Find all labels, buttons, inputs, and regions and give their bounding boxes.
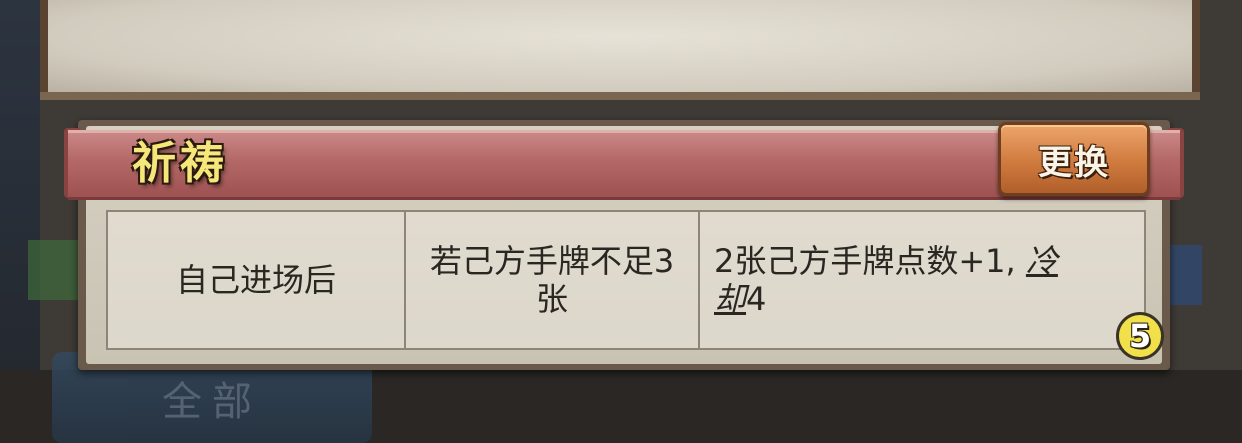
skill-name: 祈祷 bbox=[132, 138, 228, 189]
cooldown-value: 4 bbox=[746, 280, 767, 318]
card-detail-panel-rim bbox=[40, 92, 1200, 100]
card-detail-panel bbox=[48, 0, 1192, 92]
effect-result-text: 2张己方手牌点数+1, bbox=[714, 242, 1016, 280]
change-skill-button[interactable]: 更换 bbox=[998, 122, 1150, 196]
skill-level-badge: 5 bbox=[1116, 312, 1164, 360]
cooldown-mark-1: 冷 bbox=[1025, 242, 1058, 280]
skill-effect-table: 自己进场后 若己方手牌不足3张 2张己方手牌点数+1, 冷 却4 bbox=[106, 210, 1146, 350]
effect-trigger-cell: 自己进场后 bbox=[108, 212, 406, 348]
cooldown-mark-2: 却 bbox=[714, 280, 747, 318]
effect-condition-cell: 若己方手牌不足3张 bbox=[406, 212, 700, 348]
effect-result-cell: 2张己方手牌点数+1, 冷 却4 bbox=[700, 212, 1144, 348]
